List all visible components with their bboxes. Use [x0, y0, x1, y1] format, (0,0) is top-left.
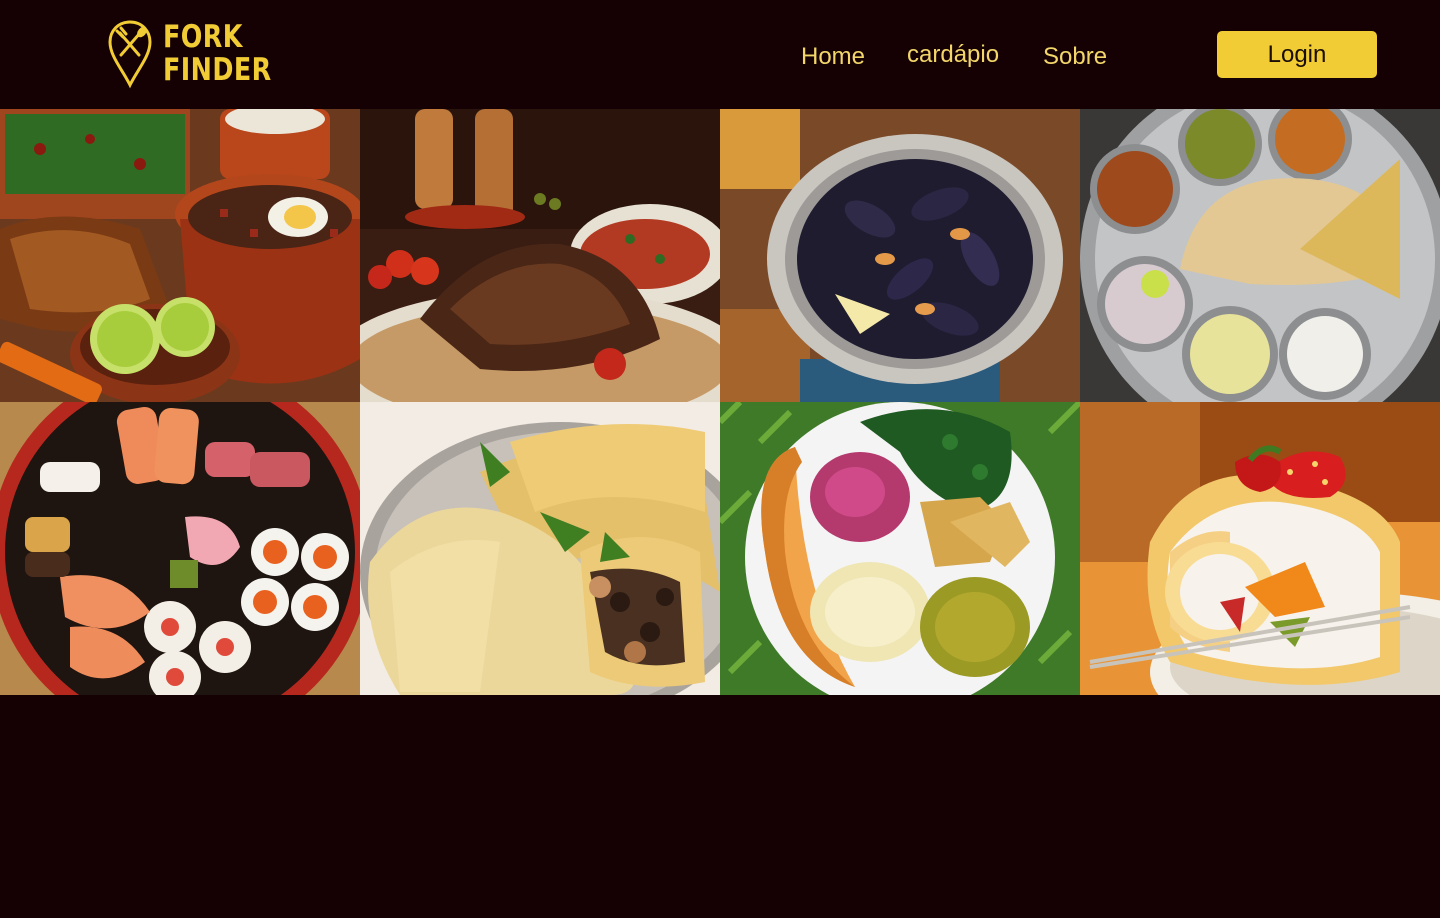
tacos-photo[interactable] [360, 402, 720, 695]
strawberry-roll-cake-image [1080, 402, 1440, 695]
nav-about-link[interactable]: Sobre [1043, 43, 1107, 71]
vegetarian-plate-photo[interactable] [720, 402, 1080, 695]
indian-thali-photo[interactable] [1080, 109, 1440, 402]
feijoada-image [0, 109, 360, 402]
feijoada-photo[interactable] [0, 109, 360, 402]
login-button[interactable]: Login [1217, 31, 1377, 78]
site-header: FORK FINDER Home cardápio Sobre Login [0, 0, 1440, 109]
food-gallery [0, 109, 1440, 695]
nav-home-link[interactable]: Home [801, 43, 865, 71]
mussels-image [720, 109, 1080, 402]
tacos-image [360, 402, 720, 695]
mussels-photo[interactable] [720, 109, 1080, 402]
lamb-rice-image [360, 109, 720, 402]
indian-thali-image [1080, 109, 1440, 402]
lamb-rice-photo[interactable] [360, 109, 720, 402]
sushi-platter-image [0, 402, 360, 695]
vegetarian-plate-image [720, 402, 1080, 695]
strawberry-roll-cake-photo[interactable] [1080, 402, 1440, 695]
nav-menu-link[interactable]: cardápio [907, 41, 999, 69]
sushi-platter-photo[interactable] [0, 402, 360, 695]
